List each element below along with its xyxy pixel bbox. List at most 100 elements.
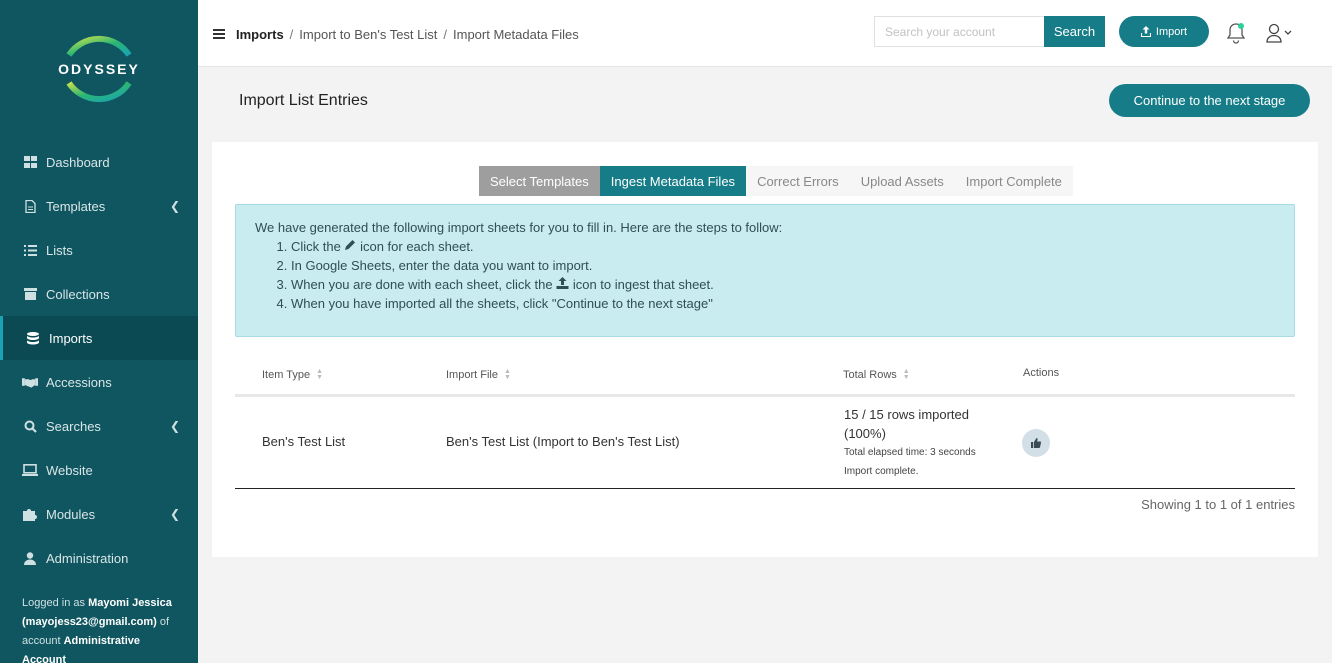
instruction-step: When you are done with each sheet, click…	[291, 275, 1294, 294]
login-prefix: Logged in as	[22, 597, 89, 609]
column-header-label: Item Type	[262, 369, 311, 381]
instruction-text: icon to ingest that sheet.	[569, 277, 714, 292]
sidebar-item-templates[interactable]: Templates ❮	[0, 184, 198, 228]
instruction-step: Click the icon for each sheet.	[291, 237, 1294, 256]
sidebar-item-searches[interactable]: Searches ❮	[0, 404, 198, 448]
table-bottom-divider	[235, 488, 1295, 489]
login-user-email: (mayojess23@gmail.com)	[22, 616, 157, 628]
breadcrumb-item-import[interactable]: Import to Ben's Test List	[299, 27, 437, 42]
cell-item-type: Ben's Test List	[262, 434, 346, 449]
breadcrumb-item-imports[interactable]: Imports	[236, 27, 284, 42]
logo-text: ODYSSEY	[58, 61, 140, 77]
upload-icon	[556, 277, 569, 289]
hamburger-menu-icon[interactable]	[213, 29, 225, 39]
sidebar-nav: Dashboard Templates ❮ Lists Collections	[0, 140, 198, 580]
step-correct-errors: Correct Errors	[746, 166, 850, 196]
sidebar-item-label: Modules	[46, 506, 96, 522]
user-avatar-icon	[1266, 23, 1292, 43]
step-select-templates[interactable]: Select Templates	[479, 166, 600, 196]
instructions-intro: We have generated the following import s…	[255, 220, 783, 235]
step-wizard: Select Templates Ingest Metadata Files C…	[479, 166, 1073, 196]
search-button[interactable]: Search	[1044, 16, 1105, 47]
sidebar-item-lists[interactable]: Lists	[0, 228, 198, 272]
import-card: Select Templates Ingest Metadata Files C…	[212, 142, 1318, 557]
chevron-left-icon: ❮	[169, 419, 180, 433]
top-header: Imports / Import to Ben's Test List / Import…	[198, 0, 1332, 67]
sidebar-item-administration[interactable]: Administration	[0, 536, 198, 580]
sidebar-item-label: Collections	[46, 286, 110, 302]
dashboard-icon	[22, 155, 38, 169]
login-user-name: Mayomi Jessica	[88, 597, 172, 609]
notification-bell-icon[interactable]	[1226, 22, 1246, 44]
import-status-text: Import complete.	[844, 466, 919, 477]
pencil-icon	[345, 240, 356, 250]
table-info-text: Showing 1 to 1 of 1 entries	[1141, 497, 1295, 512]
step-upload-assets: Upload Assets	[849, 166, 955, 196]
thumbs-up-button[interactable]	[1022, 429, 1050, 457]
puzzle-icon	[22, 507, 38, 521]
column-header-label: Total Rows	[843, 369, 897, 381]
sidebar-item-label: Website	[46, 462, 93, 478]
breadcrumb: Imports / Import to Ben's Test List / Import…	[236, 27, 579, 42]
login-info: Logged in as Mayomi Jessica (mayojess23@…	[22, 594, 182, 663]
cell-total-rows: 15 / 15 rows imported (100%) Total elaps…	[844, 405, 976, 481]
instruction-text: Click the	[291, 239, 345, 254]
column-header-actions: Actions	[1023, 367, 1059, 379]
column-header-import-file[interactable]: Import File ▲ ▼	[446, 368, 511, 381]
column-header-label: Actions	[1023, 367, 1060, 379]
search-input[interactable]	[874, 16, 1044, 47]
list-icon	[22, 243, 38, 257]
step-ingest-metadata[interactable]: Ingest Metadata Files	[599, 166, 747, 196]
elapsed-time-text: Total elapsed time: 3 seconds	[844, 447, 976, 458]
sidebar-item-label: Lists	[46, 242, 73, 258]
handshake-icon	[22, 375, 38, 389]
page-title: Import List Entries	[239, 92, 368, 109]
sort-icon: ▲ ▼	[902, 368, 910, 381]
database-icon	[25, 331, 41, 345]
sidebar-item-dashboard[interactable]: Dashboard	[0, 140, 198, 184]
instruction-text: icon for each sheet.	[356, 239, 474, 254]
sort-icon: ▲ ▼	[316, 368, 324, 381]
sidebar-item-label: Searches	[46, 418, 101, 434]
sidebar-item-label: Imports	[49, 330, 93, 346]
sidebar-item-label: Templates	[46, 198, 106, 214]
sidebar-item-accessions[interactable]: Accessions	[0, 360, 198, 404]
sidebar-item-website[interactable]: Website	[0, 448, 198, 492]
column-header-item-type[interactable]: Item Type ▲ ▼	[262, 368, 324, 381]
column-header-label: Import File	[446, 369, 498, 381]
sort-icon: ▲ ▼	[503, 368, 511, 381]
sidebar-item-label: Dashboard	[46, 154, 110, 170]
laptop-icon	[22, 463, 38, 477]
continue-next-stage-button[interactable]: Continue to the next stage	[1109, 84, 1310, 117]
rows-percent-text: (100%)	[844, 426, 886, 441]
instructions-alert: We have generated the following import s…	[235, 204, 1295, 337]
table-header-divider	[235, 394, 1295, 397]
file-icon	[22, 199, 38, 213]
rows-imported-text: 15 / 15 rows imported	[844, 407, 970, 422]
sidebar: ODYSSEY Dashboard Templates ❮ Lists Coll…	[0, 0, 198, 663]
breadcrumb-item-current: Import Metadata Files	[453, 27, 579, 42]
column-header-total-rows[interactable]: Total Rows ▲ ▼	[843, 368, 910, 381]
upload-icon	[1140, 26, 1151, 37]
sidebar-item-imports[interactable]: Imports	[0, 316, 198, 360]
import-button[interactable]: Import	[1119, 16, 1209, 47]
import-button-label: Import	[1155, 25, 1188, 38]
archive-icon	[22, 287, 38, 301]
chevron-left-icon: ❮	[169, 507, 180, 521]
cell-import-file: Ben's Test List (Import to Ben's Test Li…	[446, 434, 680, 449]
instruction-step: When you have imported all the sheets, c…	[291, 294, 1294, 313]
breadcrumb-separator: /	[443, 27, 448, 42]
sidebar-item-modules[interactable]: Modules ❮	[0, 492, 198, 536]
odyssey-logo[interactable]: ODYSSEY	[57, 27, 141, 111]
instructions-list: Click the icon for each sheet. In Google…	[291, 237, 1294, 313]
breadcrumb-separator: /	[289, 27, 294, 42]
instruction-step: In Google Sheets, enter the data you wan…	[291, 256, 1294, 275]
sidebar-item-label: Administration	[46, 550, 129, 566]
sidebar-item-label: Accessions	[46, 374, 112, 390]
instruction-text: When you are done with each sheet, click…	[291, 277, 557, 292]
chevron-left-icon: ❮	[169, 199, 180, 213]
thumbs-up-icon	[1031, 438, 1041, 448]
user-menu[interactable]	[1266, 23, 1296, 43]
search-icon	[22, 419, 38, 433]
sidebar-item-collections[interactable]: Collections	[0, 272, 198, 316]
